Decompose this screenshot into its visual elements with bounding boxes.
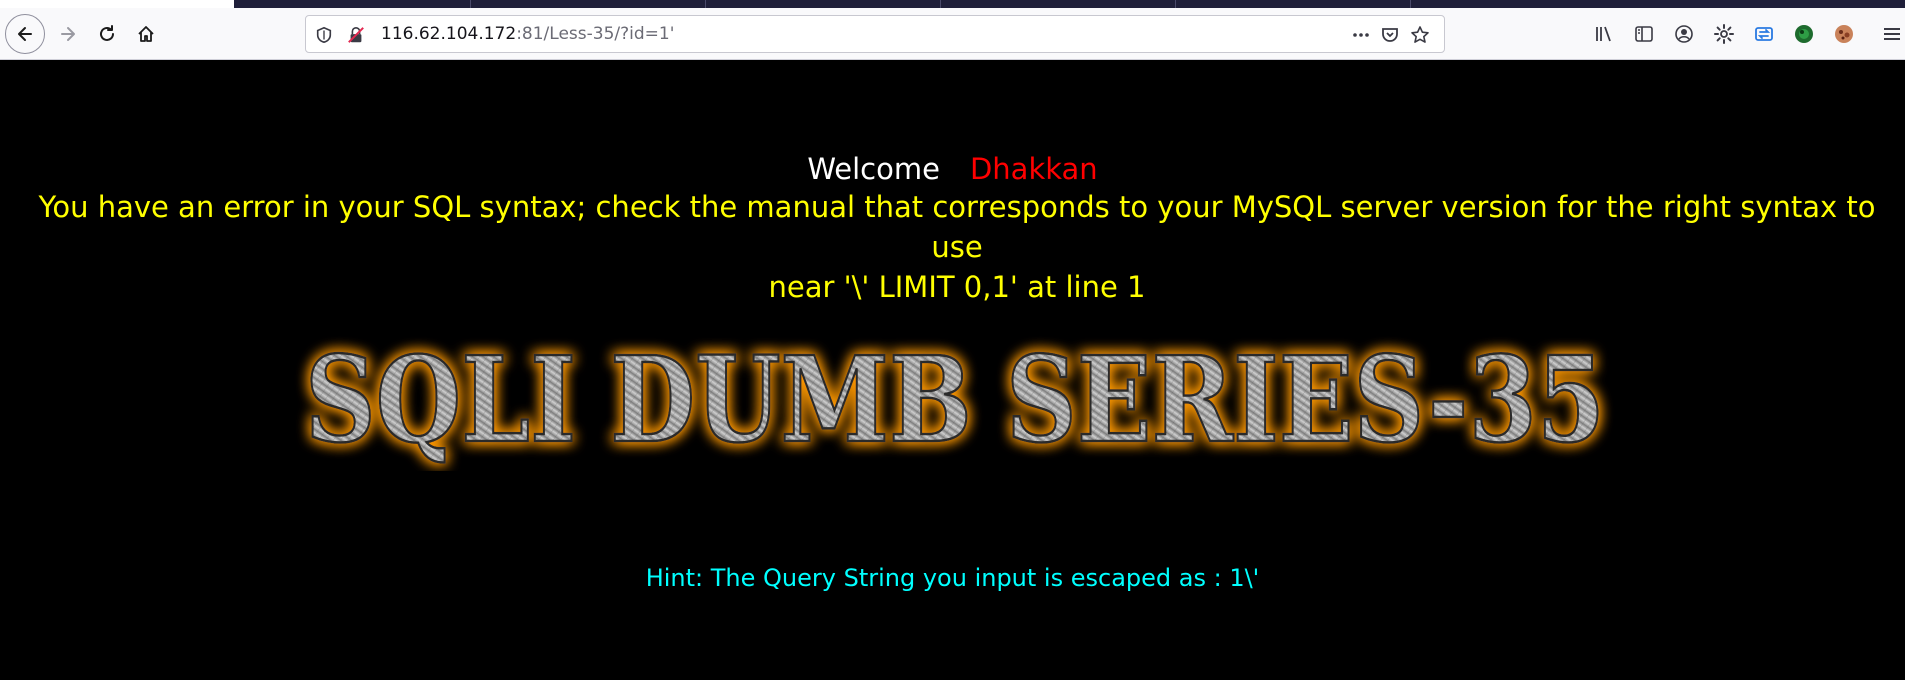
url-host: 116.62.104.172: [381, 24, 517, 44]
sql-error-line-1: You have an error in your SQL syntax; ch…: [38, 190, 1876, 264]
tab-separator: [940, 0, 941, 8]
welcome-name: Dhakkan: [969, 152, 1098, 186]
bookmark-star-icon[interactable]: [1410, 25, 1430, 45]
tab-separator: [470, 0, 471, 8]
back-button[interactable]: [5, 14, 45, 54]
welcome-line: Welcome Dhakkan: [0, 149, 1905, 189]
sql-error-line-2: near '\' LIMIT 0,1' at line 1: [768, 270, 1146, 304]
sql-error-message: You have an error in your SQL syntax; ch…: [22, 187, 1892, 307]
insecure-lock-icon[interactable]: [346, 25, 366, 45]
tab-strip-bar: [234, 0, 1905, 8]
banner-title-text: SQLI DUMB SERIES-35: [305, 331, 1605, 469]
settings-icon[interactable]: [1711, 21, 1737, 47]
url-text[interactable]: 116.62.104.172:81/Less-35/?id=1': [381, 16, 674, 52]
tab-separator: [1175, 0, 1176, 8]
home-icon: [138, 26, 154, 42]
sync-icon[interactable]: [1751, 21, 1777, 47]
forward-arrow-icon: [61, 27, 75, 41]
pocket-icon[interactable]: [1380, 25, 1400, 45]
account-icon[interactable]: [1671, 21, 1697, 47]
avatar-icon[interactable]: [1831, 21, 1857, 47]
more-icon[interactable]: [1351, 25, 1371, 45]
forward-button[interactable]: [48, 14, 88, 54]
library-icon[interactable]: [1591, 21, 1617, 47]
tab-separator: [1410, 0, 1411, 8]
extension-icon[interactable]: [1791, 21, 1817, 47]
back-arrow-icon: [18, 27, 32, 41]
tab-separator: [705, 0, 706, 8]
url-bar[interactable]: 116.62.104.172:81/Less-35/?id=1': [305, 15, 1445, 53]
page-content: Welcome Dhakkan You have an error in your…: [0, 61, 1905, 680]
shield-icon[interactable]: [314, 25, 334, 45]
home-button[interactable]: [126, 14, 166, 54]
sidebar-icon[interactable]: [1631, 21, 1657, 47]
reload-button[interactable]: [87, 14, 127, 54]
reload-icon: [100, 25, 114, 41]
browser-toolbar: 116.62.104.172:81/Less-35/?id=1': [0, 8, 1905, 60]
menu-icon[interactable]: [1879, 21, 1905, 47]
banner-title-image: SQLI DUMB SERIES-35: [304, 331, 1607, 470]
url-path: :81/Less-35/?id=1': [516, 24, 675, 44]
welcome-label: Welcome: [807, 152, 940, 186]
hint-message: Hint: The Query String you input is esca…: [645, 564, 1260, 592]
tab-strip: [0, 0, 1905, 8]
